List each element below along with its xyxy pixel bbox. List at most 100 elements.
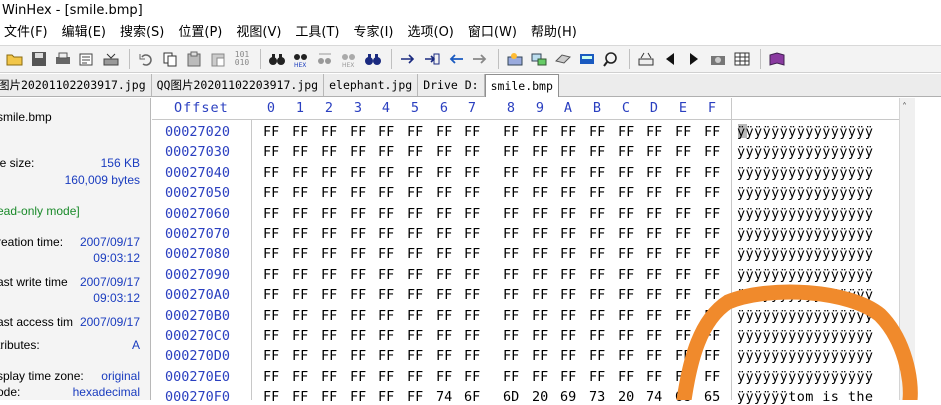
open-folder-icon[interactable] [4,48,26,70]
hex-byte[interactable]: 6D [503,389,519,405]
offset-cell[interactable]: 000270D0 [165,348,230,364]
text-row[interactable]: ÿÿÿÿÿÿÿÿÿÿÿÿÿÿÿÿ [737,124,873,140]
hex-byte[interactable]: FF [532,369,548,385]
text-row[interactable]: ÿÿÿÿÿÿÿÿÿÿÿÿÿÿÿÿ [737,287,873,303]
hex-byte[interactable]: FF [532,206,548,222]
menu-options[interactable]: 选项(O) [401,22,461,44]
hex-byte[interactable]: FF [292,389,308,405]
hex-byte[interactable]: FF [378,124,394,140]
offset-cell[interactable]: 000270F0 [165,389,230,405]
text-row[interactable]: ÿÿÿÿÿÿÿÿÿÿÿÿÿÿÿÿ [737,246,873,262]
hex-byte[interactable]: FF [292,185,308,201]
hex-byte[interactable]: FF [560,328,576,344]
hex-byte[interactable]: FF [646,267,662,283]
text-row[interactable]: ÿÿÿÿÿÿtom is the [737,389,873,405]
paste-special-icon[interactable] [207,48,229,70]
forward-icon[interactable] [469,48,491,70]
hex-byte[interactable]: FF [532,267,548,283]
hex-byte[interactable]: FF [704,165,720,181]
find-icon[interactable] [266,48,288,70]
hex-byte[interactable]: FF [263,369,279,385]
hex-byte[interactable]: FF [292,226,308,242]
hex-byte[interactable]: FF [532,185,548,201]
hex-byte[interactable]: FF [436,267,452,283]
hex-byte[interactable]: FF [321,246,337,262]
hex-byte[interactable]: FF [560,185,576,201]
calculator-icon[interactable] [576,48,598,70]
hex-byte[interactable]: FF [532,165,548,181]
tab-smile-bmp[interactable]: smile.bmp [484,74,559,97]
tab-qq-image[interactable]: QQ图片20201102203917.jpg [152,74,325,96]
hex-byte[interactable]: FF [503,328,519,344]
hex-byte[interactable]: FF [560,165,576,181]
hex-byte[interactable]: FF [646,206,662,222]
hex-byte[interactable]: FF [646,165,662,181]
hex-byte[interactable]: 73 [589,389,605,405]
hex-byte[interactable]: FF [350,226,366,242]
hex-byte[interactable]: FF [704,267,720,283]
hex-byte[interactable]: FF [263,246,279,262]
hex-byte[interactable]: FF [675,144,691,160]
menu-file[interactable]: 文件(F) [0,22,55,44]
find-again-icon[interactable] [362,48,384,70]
paste-icon[interactable] [183,48,205,70]
hex-byte[interactable]: FF [675,328,691,344]
hex-byte[interactable]: FF [436,348,452,364]
tab-elephant[interactable]: elephant.jpg [324,74,419,96]
hex-byte[interactable]: FF [675,267,691,283]
hex-byte[interactable]: FF [646,369,662,385]
hex-byte[interactable]: FF [321,267,337,283]
hex-byte[interactable]: FF [704,308,720,324]
hex-byte[interactable]: FF [436,165,452,181]
hex-byte[interactable]: FF [321,206,337,222]
table-icon[interactable] [731,48,753,70]
hex-byte[interactable]: FF [589,185,605,201]
drive-icon[interactable] [552,48,574,70]
hex-byte[interactable]: FF [436,287,452,303]
hex-byte[interactable]: FF [618,165,634,181]
hex-byte[interactable]: FF [560,206,576,222]
hex-byte[interactable]: FF [350,328,366,344]
hex-byte[interactable]: FF [436,226,452,242]
hex-byte[interactable]: FF [675,165,691,181]
hex-byte[interactable]: FF [263,328,279,344]
hex-byte[interactable]: FF [646,226,662,242]
hex-byte[interactable]: FF [407,226,423,242]
hex-byte[interactable]: FF [618,226,634,242]
hex-byte[interactable]: FF [378,348,394,364]
hex-byte[interactable]: FF [532,226,548,242]
hex-byte[interactable]: FF [436,144,452,160]
hex-byte[interactable]: FF [378,206,394,222]
hex-byte[interactable]: FF [704,369,720,385]
hex-byte[interactable]: FF [378,246,394,262]
hex-byte[interactable]: 69 [560,389,576,405]
hex-byte[interactable]: FF [292,246,308,262]
hex-byte[interactable]: FF [263,206,279,222]
hex-byte[interactable]: FF [321,185,337,201]
open-disk-icon[interactable] [100,48,122,70]
hex-byte[interactable]: FF [321,389,337,405]
print-icon[interactable] [52,48,74,70]
hex-byte[interactable]: FF [350,185,366,201]
hex-byte[interactable]: FF [436,369,452,385]
vertical-scrollbar[interactable]: ˄ [899,98,915,400]
hex-byte[interactable]: FF [532,246,548,262]
hex-byte[interactable]: FF [292,144,308,160]
hex-byte[interactable]: FF [350,287,366,303]
hex-byte[interactable]: FF [407,267,423,283]
hex-byte[interactable]: FF [407,369,423,385]
hex-byte[interactable]: FF [560,287,576,303]
hex-byte[interactable]: FF [560,369,576,385]
menu-edit[interactable]: 编辑(E) [55,22,113,44]
tab-image-1[interactable]: 图片20201102203917.jpg [0,74,152,96]
hex-byte[interactable]: FF [321,328,337,344]
hex-byte[interactable]: FF [464,165,480,181]
menu-search[interactable]: 搜索(S) [113,22,171,44]
hex-byte[interactable]: FF [704,348,720,364]
hex-byte[interactable]: FF [589,206,605,222]
hex-byte[interactable]: FF [675,185,691,201]
hex-byte[interactable]: 20 [618,389,634,405]
goto-sector-icon[interactable] [421,48,443,70]
hex-byte[interactable]: FF [407,328,423,344]
hex-byte[interactable]: FF [464,328,480,344]
